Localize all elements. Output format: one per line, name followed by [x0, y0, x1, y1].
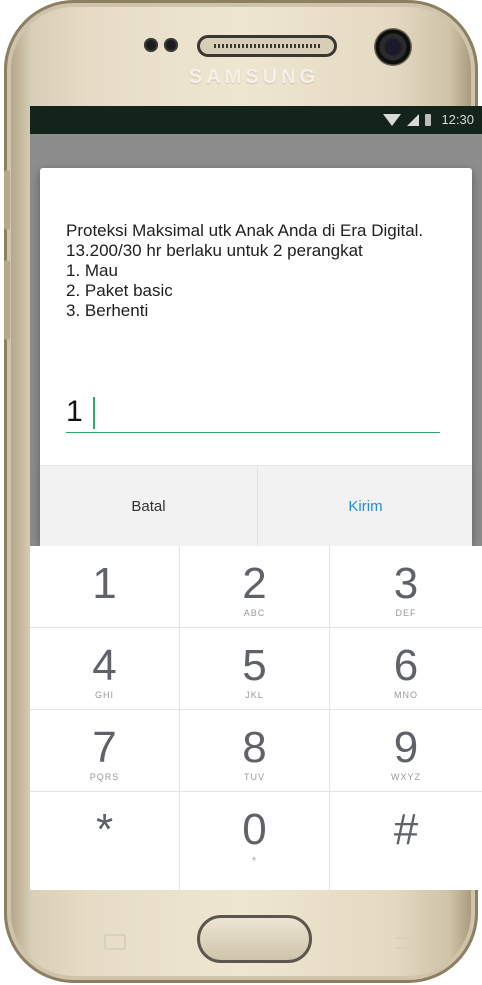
- key-digit: 9: [393, 723, 419, 772]
- cancel-button[interactable]: Batal: [40, 466, 257, 547]
- key-letters: PQRS: [89, 772, 120, 782]
- key-digit: #: [393, 805, 419, 854]
- brand-logo: SAMSUNG: [188, 66, 320, 88]
- text-caret: [93, 397, 95, 429]
- battery-icon: [425, 113, 432, 126]
- back-icon[interactable]: [396, 937, 414, 949]
- bottom-bezel: [30, 890, 482, 983]
- key-digit: 4: [92, 641, 117, 690]
- key-letters: +: [251, 854, 258, 864]
- key-letters: WXYZ: [391, 772, 421, 782]
- key-letters: GHI: [94, 690, 114, 700]
- key-letters: JKL: [245, 690, 264, 700]
- dial-key-hash[interactable]: #: [330, 792, 482, 890]
- key-digit: 7: [92, 723, 117, 772]
- wifi-icon: [383, 113, 402, 126]
- key-digit: 6: [393, 641, 419, 690]
- send-button[interactable]: Kirim: [257, 466, 473, 547]
- response-input[interactable]: 1: [66, 394, 440, 433]
- dial-key-5[interactable]: 5 JKL: [180, 628, 330, 710]
- sensor-dot: [144, 38, 158, 52]
- earpiece-speaker: [197, 35, 337, 57]
- ussd-dialog: Proteksi Maksimal utk Anak Anda di Era D…: [40, 168, 472, 547]
- volume-key: [4, 260, 10, 340]
- key-digit: 3: [393, 559, 419, 608]
- key-letters: MNO: [394, 690, 418, 700]
- key-letters: DEF: [395, 608, 417, 618]
- screen: 12:30 Proteksi Maksimal utk Anak Anda di…: [30, 106, 482, 890]
- dial-key-star[interactable]: *: [30, 792, 180, 890]
- key-digit: 5: [242, 641, 267, 690]
- key-digit: 2: [242, 559, 267, 608]
- front-camera: [374, 28, 412, 66]
- dial-key-4[interactable]: 4 GHI: [30, 628, 180, 710]
- sensor-dot: [164, 38, 178, 52]
- status-time: 12:30: [441, 112, 474, 127]
- recent-apps-icon[interactable]: [104, 934, 126, 950]
- key-digit: 0: [242, 805, 267, 854]
- key-letters: TUV: [244, 772, 265, 782]
- home-button[interactable]: [197, 915, 312, 963]
- key-digit: *: [95, 805, 114, 854]
- dialpad: 1 2 ABC 3 DEF 4 GHI 5 JKL 6 MNO 7 PQRS 8 TUV 9W…: [30, 546, 482, 890]
- dial-key-1[interactable]: 1: [30, 546, 180, 628]
- dialog-message: Proteksi Maksimal utk Anak Anda di Era D…: [66, 221, 424, 320]
- volume-key: [4, 170, 10, 230]
- key-letters: ABC: [243, 608, 266, 618]
- signal-icon: [407, 113, 420, 126]
- dial-key-3[interactable]: 3 DEF: [330, 546, 482, 628]
- dial-key-7[interactable]: 7 PQRS: [30, 710, 180, 792]
- status-bar: 12:30: [30, 106, 482, 134]
- dial-key-6[interactable]: 6 MNO: [330, 628, 482, 710]
- dial-key-0[interactable]: 0 +: [180, 792, 330, 890]
- key-digit: 1: [92, 559, 117, 608]
- dial-key-9[interactable]: 9 WXYZ: [330, 710, 482, 792]
- dial-key-2[interactable]: 2 ABC: [180, 546, 330, 628]
- dial-key-8[interactable]: 8 TUV: [180, 710, 330, 792]
- response-input-value: 1: [66, 395, 83, 428]
- key-digit: 8: [242, 723, 267, 772]
- dialog-actions: Batal Kirim: [40, 465, 472, 547]
